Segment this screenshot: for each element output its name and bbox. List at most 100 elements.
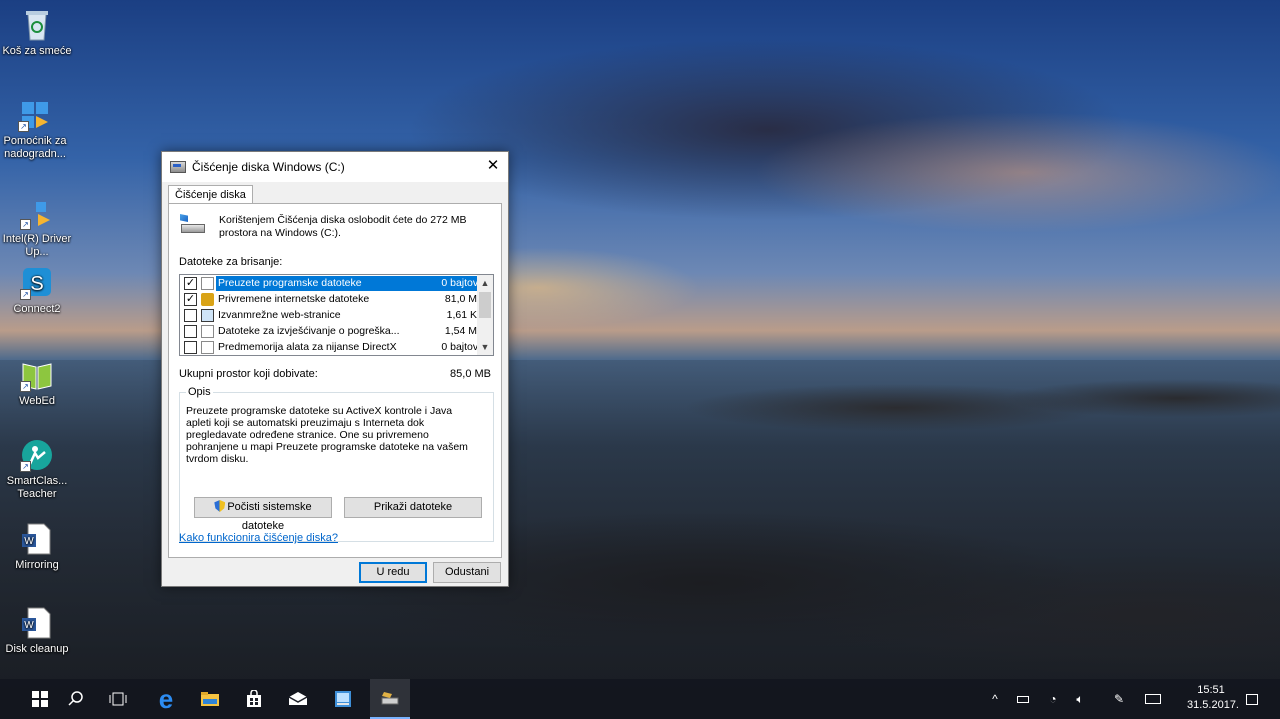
clean-system-files-label: Počisti sistemske datoteke <box>227 501 312 532</box>
desktop-icon-label: Connect2 <box>13 303 61 315</box>
photo-app-icon <box>335 691 351 707</box>
mail-icon <box>288 692 308 705</box>
desktop-icon-label: SmartClas... Teacher <box>6 475 68 500</box>
word-doc-icon: W <box>20 606 54 640</box>
cancel-button[interactable]: Odustani <box>433 562 501 583</box>
chevron-up-icon[interactable]: ▲ <box>477 275 493 291</box>
description-text: Preuzete programske datoteke su ActiveX … <box>186 405 468 465</box>
pen-button[interactable]: ✎ <box>1108 679 1130 719</box>
keyboard-button[interactable] <box>1141 679 1165 719</box>
list-item[interactable]: Izvanmrežne web-stranice 1,61 KB <box>180 307 493 323</box>
keyboard-icon <box>1145 694 1161 704</box>
description-group: Opis Preuzete programske datoteke su Act… <box>179 386 494 542</box>
clock[interactable]: 15:51 31.5.2017. <box>1187 683 1239 713</box>
list-item[interactable]: ✓ Preuzete programske datoteke 0 bajtova <box>180 275 493 291</box>
checkbox[interactable] <box>184 324 197 338</box>
dialog-titlebar[interactable]: Čišćenje diska Windows (C:) ✕ <box>162 152 508 182</box>
start-icon <box>32 691 48 707</box>
document-icon <box>201 324 214 338</box>
disk-cleanup-dialog: Čišćenje diska Windows (C:) ✕ Čišćenje d… <box>161 151 509 587</box>
tab-disk-cleanup[interactable]: Čišćenje diska <box>168 185 253 205</box>
list-item[interactable]: ✓ Privremene internetske datoteke 81,0 M… <box>180 291 493 307</box>
desktop-icon-recycle-bin[interactable]: Koš za smeće <box>2 8 72 58</box>
checkbox[interactable] <box>184 308 197 322</box>
document-icon <box>201 340 214 354</box>
svg-text:W: W <box>24 620 34 631</box>
store-button[interactable] <box>234 679 274 719</box>
wifi-button[interactable]: ◔ <box>1042 679 1064 719</box>
pen-icon: ✎ <box>1113 692 1125 706</box>
list-item[interactable]: Datoteke za izvješćivanje o pogreška... … <box>180 323 493 339</box>
edge-button[interactable]: e <box>146 679 186 719</box>
ok-button[interactable]: U redu <box>359 562 427 583</box>
task-view-button[interactable] <box>98 679 138 719</box>
windows-upgrade-icon: ↗ <box>18 98 52 132</box>
word-doc-icon: W <box>20 522 54 556</box>
disk-cleanup-icon <box>381 692 399 705</box>
desktop-icon-connect2[interactable]: S ↗ Connect2 <box>2 266 72 316</box>
tray-overflow-button[interactable]: ^ <box>985 679 1005 719</box>
help-link[interactable]: Kako funkcionira čišćenje diska? <box>179 532 338 544</box>
shortcut-arrow-icon: ↗ <box>20 289 31 300</box>
close-button[interactable]: ✕ <box>478 152 508 182</box>
volume-button[interactable]: 🔈︎ <box>1069 679 1091 719</box>
list-scrollbar[interactable]: ▲ ▼ <box>477 275 493 355</box>
battery-button[interactable] <box>1012 679 1034 719</box>
intro-text: Korištenjem Čišćenja diska oslobodit ćet… <box>219 214 467 239</box>
web-page-icon <box>201 308 214 322</box>
desktop-icon-label: Intel(R) Driver Up... <box>2 233 72 258</box>
file-name: Predmemorija alata za nijanse DirectX <box>218 340 397 353</box>
mail-button[interactable] <box>278 679 318 719</box>
tab-panel: Korištenjem Čišćenja diska oslobodit ćet… <box>168 203 502 558</box>
photo-app-button[interactable] <box>323 679 363 719</box>
file-name: Preuzete programske datoteke <box>216 275 435 291</box>
shortcut-arrow-icon: ↗ <box>20 461 31 472</box>
desktop-icon-label: Koš za smeće <box>2 45 72 57</box>
clock-time: 15:51 <box>1197 684 1225 696</box>
intel-driver-icon: ↗ <box>20 196 54 230</box>
webed-icon: ↗ <box>20 358 54 392</box>
file-name: Izvanmrežne web-stranice <box>218 308 341 321</box>
desktop-icon-webed[interactable]: ↗ WebEd <box>2 358 72 408</box>
disk-cleanup-taskbar-button[interactable] <box>370 679 410 719</box>
chevron-up-icon: ^ <box>992 692 998 706</box>
desktop-icon-intel-driver[interactable]: ↗ Intel(R) Driver Up... <box>2 196 72 259</box>
volume-icon: 🔈︎ <box>1076 691 1084 706</box>
total-label: Ukupni prostor koji dobivate: <box>179 368 318 380</box>
chevron-down-icon[interactable]: ▼ <box>477 339 493 355</box>
checkbox[interactable] <box>184 340 197 354</box>
scrollbar-thumb[interactable] <box>479 292 491 318</box>
desktop-icon-mirroring[interactable]: W Mirroring <box>2 522 72 572</box>
disk-cleanup-icon <box>179 214 207 238</box>
shortcut-arrow-icon: ↗ <box>18 121 29 132</box>
recycle-bin-icon <box>20 8 54 42</box>
view-files-button[interactable]: Prikaži datoteke <box>344 497 482 518</box>
search-icon <box>68 691 83 706</box>
search-button[interactable] <box>56 679 96 719</box>
checkbox[interactable]: ✓ <box>184 276 197 290</box>
desktop-icon-disk-cleanup[interactable]: W Disk cleanup <box>2 606 72 656</box>
clock-date: 31.5.2017. <box>1187 699 1239 711</box>
file-explorer-button[interactable] <box>190 679 230 719</box>
clean-system-files-button[interactable]: Počisti sistemske datoteke <box>194 497 332 532</box>
files-label: Datoteke za brisanje: <box>179 256 283 268</box>
battery-icon <box>1017 695 1029 703</box>
action-center-button[interactable] <box>1240 679 1264 719</box>
description-title: Opis <box>186 386 213 398</box>
file-explorer-icon <box>201 692 219 706</box>
files-list[interactable]: ✓ Preuzete programske datoteke 0 bajtova… <box>179 274 494 356</box>
tab-strip: Čišćenje diska <box>162 182 508 205</box>
file-name: Datoteke za izvješćivanje o pogreška... <box>218 324 400 337</box>
intro: Korištenjem Čišćenja diska oslobodit ćet… <box>179 214 489 240</box>
shortcut-arrow-icon: ↗ <box>20 381 31 392</box>
shield-icon <box>214 500 226 512</box>
desktop-icon-upgrade-assistant[interactable]: ↗ Pomoćnik za nadogradn... <box>0 98 70 161</box>
start-button[interactable] <box>20 679 60 719</box>
desktop-icon-label: Disk cleanup <box>5 643 69 655</box>
list-item[interactable]: Predmemorija alata za nijanse DirectX 0 … <box>180 339 493 355</box>
connect2-icon: S ↗ <box>20 266 54 300</box>
folder-doc-icon <box>201 276 214 290</box>
desktop-icon-smartclass[interactable]: ↗ SmartClas... Teacher <box>2 438 72 501</box>
taskbar: e ^ ◔ 🔈︎ ✎ 15:51 31.5.2017. <box>0 679 1280 719</box>
checkbox[interactable]: ✓ <box>184 292 197 306</box>
